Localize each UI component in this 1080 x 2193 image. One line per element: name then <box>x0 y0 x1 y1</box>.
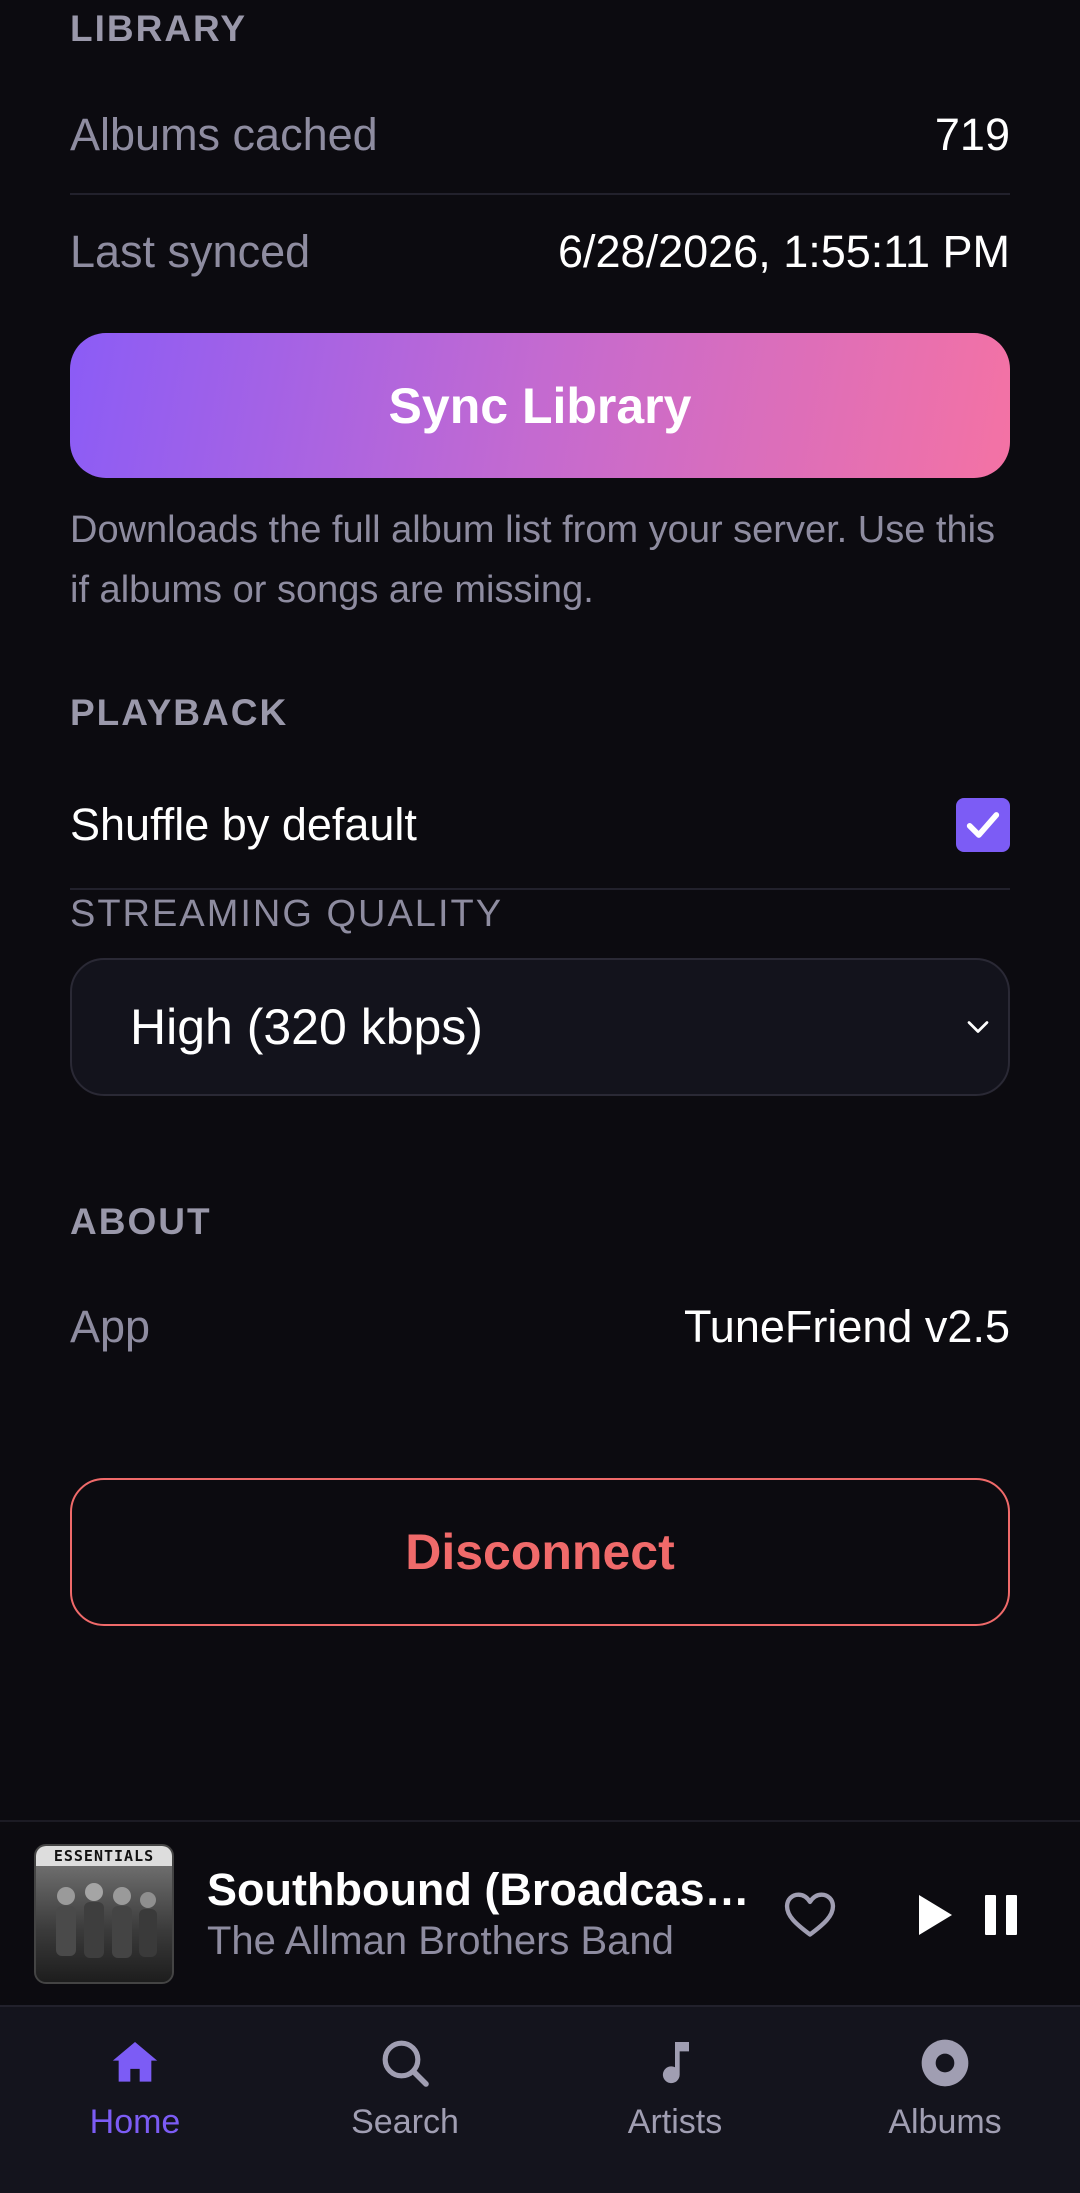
sync-library-button[interactable]: Sync Library <box>70 333 1010 478</box>
streaming-quality-label: STREAMING QUALITY <box>70 893 504 935</box>
app-label: App <box>70 1301 151 1352</box>
albums-cached-label: Albums cached <box>70 109 378 160</box>
home-icon <box>112 2042 158 2082</box>
album-art[interactable]: ESSENTIALS <box>34 1844 174 1984</box>
tab-search-label: Search <box>351 2103 459 2141</box>
streaming-quality-select[interactable]: High (320 kbps) <box>70 958 1010 1096</box>
playback-section-header: PLAYBACK <box>70 692 289 733</box>
checkmark-icon <box>966 812 1000 838</box>
shuffle-row[interactable]: Shuffle by default <box>70 785 1010 865</box>
tab-search[interactable]: Search <box>270 2007 540 2193</box>
app-version-row: App TuneFriend v2.5 <box>70 1297 1010 1357</box>
bottom-tab-bar: Home Search Artists Albums <box>0 2005 1080 2193</box>
music-note-icon <box>662 2042 689 2084</box>
about-section-header: ABOUT <box>70 1201 212 1242</box>
streaming-quality-value: High (320 kbps) <box>130 999 483 1055</box>
last-synced-label: Last synced <box>70 226 311 277</box>
disconnect-button[interactable]: Disconnect <box>70 1478 1010 1626</box>
library-section-header: LIBRARY <box>70 8 248 49</box>
heart-icon[interactable] <box>778 1882 842 1946</box>
tab-albums-label: Albums <box>888 2103 1002 2141</box>
albums-cached-row: Albums cached 719 <box>70 105 1010 165</box>
search-icon <box>382 2040 429 2087</box>
divider <box>70 193 1010 195</box>
play-icon[interactable] <box>910 1888 960 1942</box>
sync-helper-text: Downloads the full album list from your … <box>70 509 996 611</box>
band-photo-icon <box>56 1883 157 1958</box>
divider <box>70 888 1010 890</box>
last-synced-value: 6/28/2026, 1:55:11 PM <box>558 226 1010 277</box>
album-art-photo <box>36 1866 172 1982</box>
tab-home[interactable]: Home <box>0 2007 270 2193</box>
album-art-banner: ESSENTIALS <box>36 1846 172 1866</box>
now-playing-title: Southbound (Broadcast… <box>207 1864 752 1915</box>
pause-icon[interactable] <box>976 1888 1026 1942</box>
disc-icon <box>921 2039 969 2087</box>
last-synced-row: Last synced 6/28/2026, 1:55:11 PM <box>70 222 1010 282</box>
tab-home-label: Home <box>89 2103 181 2141</box>
tab-albums[interactable]: Albums <box>810 2007 1080 2193</box>
albums-cached-value: 719 <box>934 109 1010 160</box>
now-playing-artist: The Allman Brothers Band <box>207 1919 674 1963</box>
now-playing-bar[interactable]: ESSENTIALS Southbound (Broadcast… The Al… <box>0 1820 1080 2005</box>
shuffle-checkbox[interactable] <box>956 798 1010 852</box>
chevron-down-icon <box>967 1021 989 1033</box>
app-version-value: TuneFriend v2.5 <box>683 1301 1010 1352</box>
shuffle-label: Shuffle by default <box>70 799 417 850</box>
tab-artists-label: Artists <box>627 2103 723 2141</box>
tab-artists[interactable]: Artists <box>540 2007 810 2193</box>
